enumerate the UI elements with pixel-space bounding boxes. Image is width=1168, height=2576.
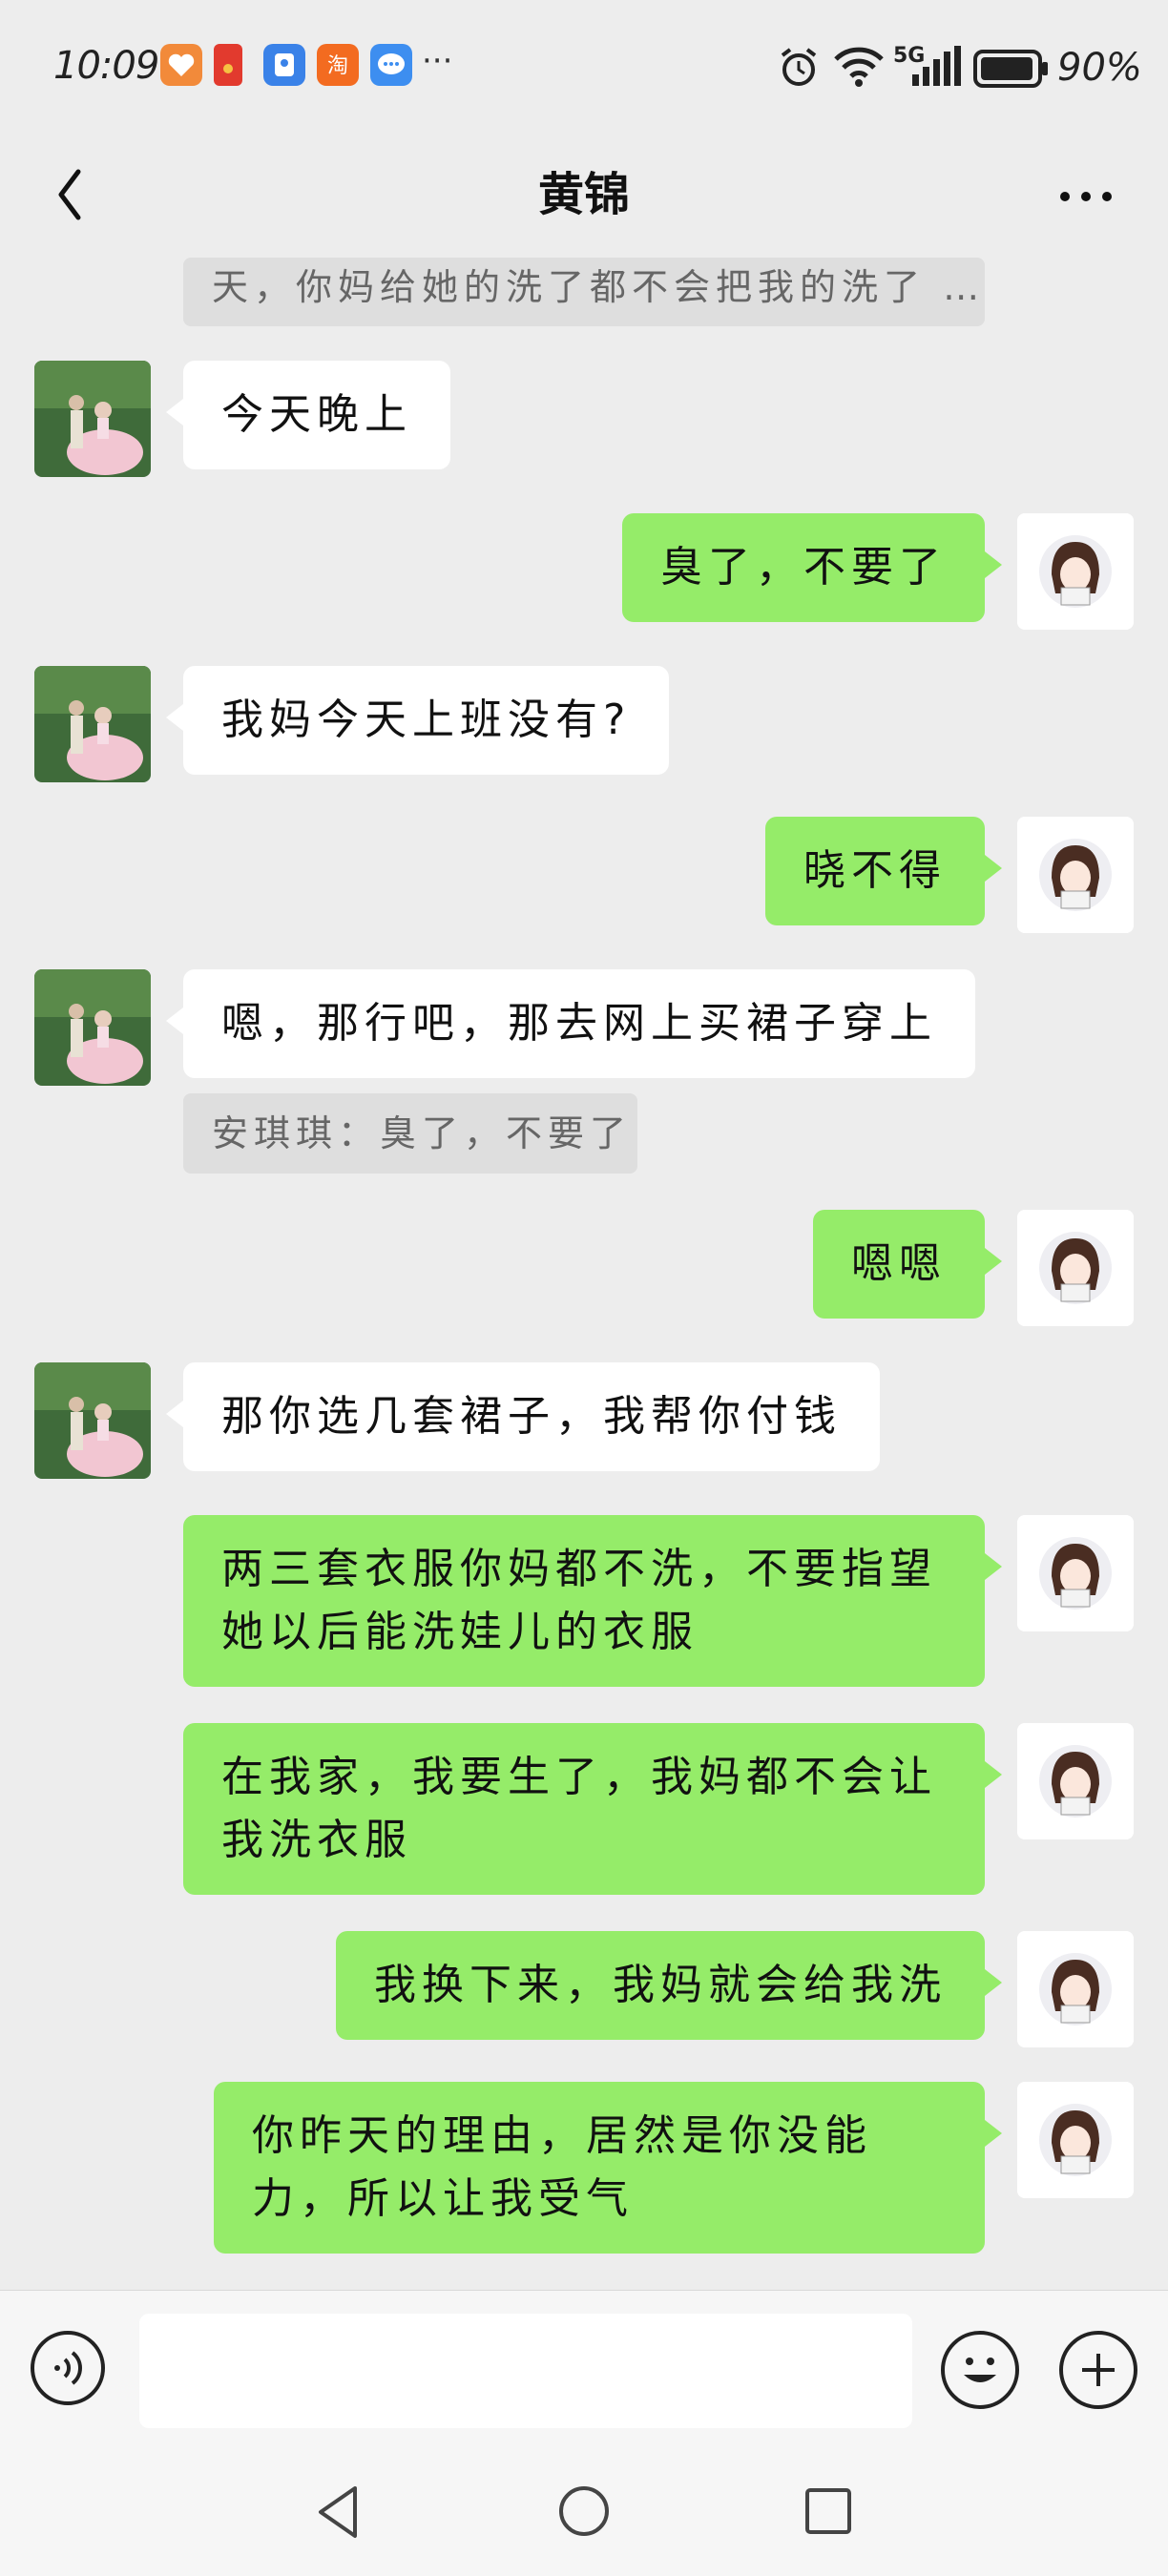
square-recents-icon xyxy=(805,2488,851,2534)
nav-recents-button[interactable] xyxy=(800,2483,857,2544)
nav-home-button[interactable] xyxy=(555,2483,613,2544)
message-bubble[interactable]: 你昨天的理由，居然是你没能力，所以让我受气 xyxy=(214,2082,1002,2254)
svg-text:淘: 淘 xyxy=(327,54,348,78)
status-bar: 10:09 淘 ··· 5G 90% xyxy=(0,0,1168,134)
more-dots-icon xyxy=(1060,192,1112,201)
contact-avatar[interactable] xyxy=(34,361,151,477)
alarm-icon xyxy=(777,46,821,93)
message-bubble[interactable]: 嗯嗯 xyxy=(813,1210,1002,1319)
message-bubble[interactable]: 两三套衣服你妈都不洗，不要指望她以后能洗娃儿的衣服 xyxy=(183,1515,1002,1687)
chat-message-list[interactable]: 天，你妈给她的洗了都不会把我的洗了 … 今天晚上 臭了，不要了 我妈今天上班没有… xyxy=(0,258,1168,2290)
message-text-input[interactable] xyxy=(139,2314,912,2428)
message-input-bar xyxy=(0,2290,1168,2453)
message-bubble[interactable]: 我妈今天上班没有? xyxy=(165,666,670,775)
plus-icon xyxy=(1082,2354,1115,2386)
my-avatar[interactable] xyxy=(1017,2082,1134,2198)
my-avatar[interactable] xyxy=(1017,817,1134,933)
emoji-button[interactable] xyxy=(941,2331,1019,2409)
message-bubble[interactable]: 今天晚上 xyxy=(166,361,450,469)
message-bubble[interactable]: 嗯，那行吧，那去网上买裙子穿上 xyxy=(166,969,975,1078)
triangle-back-icon xyxy=(319,2486,357,2538)
message-app-icon xyxy=(370,44,412,86)
contact-avatar[interactable] xyxy=(34,969,151,1086)
battery-icon xyxy=(973,50,1050,92)
wifi-icon xyxy=(832,44,886,92)
more-notifications-icon: ··· xyxy=(422,42,453,80)
contact-avatar[interactable] xyxy=(34,666,151,782)
more-actions-button[interactable] xyxy=(1059,2331,1137,2409)
message-bubble[interactable]: 晓不得 xyxy=(765,817,1002,925)
chat-header: 黄锦 xyxy=(0,134,1168,258)
circle-home-icon xyxy=(559,2486,609,2536)
my-avatar[interactable] xyxy=(1017,513,1134,630)
quoted-message[interactable]: 天，你妈给她的洗了都不会把我的洗了 … xyxy=(183,258,985,326)
nav-back-button[interactable] xyxy=(311,2481,368,2547)
my-avatar[interactable] xyxy=(1017,1210,1134,1326)
message-bubble[interactable]: 臭了，不要了 xyxy=(622,513,1002,622)
red-packet-icon xyxy=(214,44,242,86)
chat-title: 黄锦 xyxy=(537,168,630,221)
quoted-message[interactable]: 安琪琪：臭了，不要了 xyxy=(183,1093,637,1174)
system-navigation-bar xyxy=(0,2452,1168,2576)
message-bubble[interactable]: 我换下来，我妈就会给我洗 xyxy=(336,1931,1002,2040)
voice-icon xyxy=(54,2351,82,2385)
battery-percent: 90% xyxy=(1057,46,1142,90)
more-options-button[interactable] xyxy=(1048,162,1124,219)
voice-input-button[interactable] xyxy=(31,2331,105,2405)
taobao-heart-app-icon xyxy=(160,44,202,86)
status-time: 10:09 xyxy=(53,44,159,88)
smiley-icon xyxy=(964,2358,996,2382)
taobao-icon: 淘 xyxy=(317,44,359,86)
signal-icon xyxy=(910,46,962,92)
my-avatar[interactable] xyxy=(1017,1515,1134,1631)
message-bubble[interactable]: 那你选几套裙子，我帮你付钱 xyxy=(166,1362,880,1471)
contact-avatar[interactable] xyxy=(34,1362,151,1479)
my-avatar[interactable] xyxy=(1017,1931,1134,2047)
shield-app-icon xyxy=(263,44,305,86)
my-avatar[interactable] xyxy=(1017,1723,1134,1839)
message-bubble[interactable]: 在我家，我要生了，我妈都不会让我洗衣服 xyxy=(183,1723,1002,1895)
